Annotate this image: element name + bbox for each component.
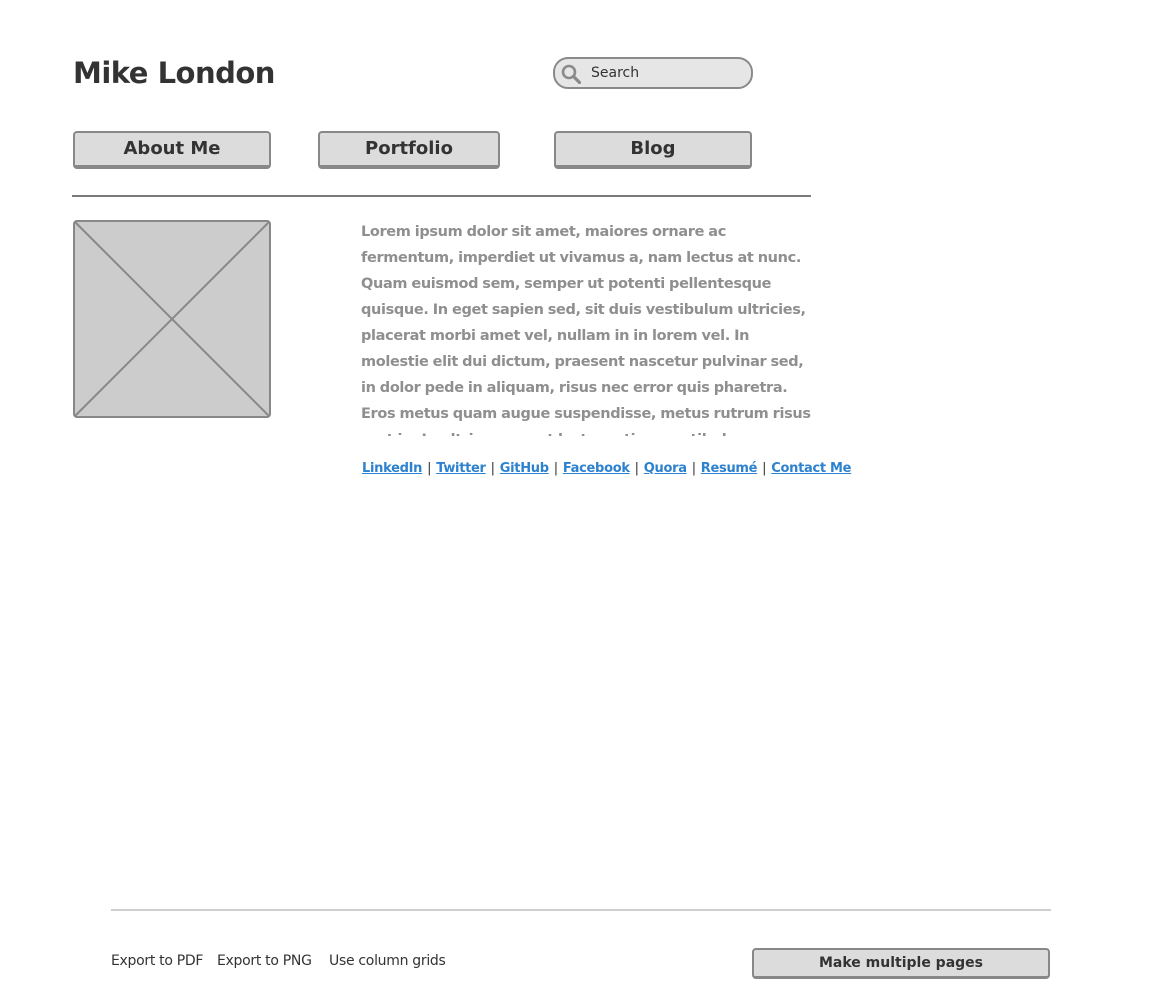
facebook-link[interactable]: Facebook [563, 461, 630, 476]
contact-me-link[interactable]: Contact Me [771, 461, 851, 476]
bio-paragraph: Lorem ipsum dolor sit amet, maiores orna… [361, 224, 811, 436]
linkedin-link[interactable]: LinkedIn [362, 461, 422, 476]
nav-about-me-button[interactable]: About Me [73, 131, 271, 169]
header-divider [72, 195, 811, 197]
quora-link[interactable]: Quora [644, 461, 687, 476]
search-input[interactable] [591, 62, 741, 84]
link-separator: | [691, 461, 696, 476]
export-pdf-link[interactable]: Export to PDF [111, 951, 203, 971]
github-link[interactable]: GitHub [500, 461, 549, 476]
image-placeholder-icon [73, 220, 271, 418]
nav-portfolio-button[interactable]: Portfolio [318, 131, 500, 169]
make-multiple-pages-button[interactable]: Make multiple pages [752, 948, 1050, 979]
link-separator: | [490, 461, 495, 476]
footer-divider [111, 909, 1051, 911]
link-separator: | [634, 461, 639, 476]
column-grids-link[interactable]: Use column grids [329, 951, 446, 971]
link-separator: | [427, 461, 432, 476]
link-separator: | [553, 461, 558, 476]
search-icon [561, 64, 581, 84]
link-separator: | [762, 461, 767, 476]
export-png-link[interactable]: Export to PNG [217, 951, 312, 971]
site-title: Mike London [73, 56, 275, 90]
nav-blog-button[interactable]: Blog [554, 131, 752, 169]
resume-link[interactable]: Resumé [701, 461, 758, 476]
search-box[interactable] [553, 57, 753, 89]
social-links: LinkedIn | Twitter | GitHub | Facebook | Quora | R… [362, 459, 851, 479]
twitter-link[interactable]: Twitter [436, 461, 486, 476]
